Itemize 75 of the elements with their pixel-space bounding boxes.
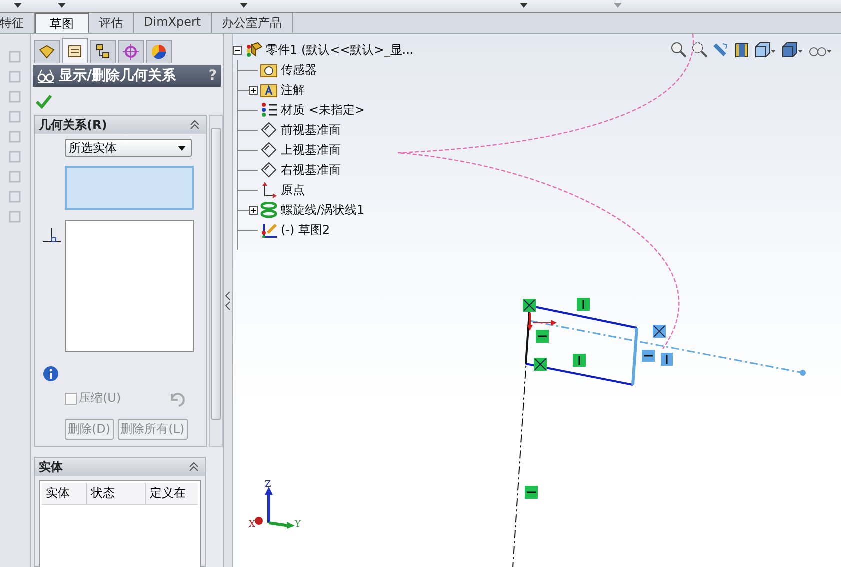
helix-icon <box>260 202 278 218</box>
horizontal-relation-icon <box>642 350 655 362</box>
horizontal-relation-icon <box>536 330 549 343</box>
tree-item[interactable]: 原点 <box>281 182 305 198</box>
help-button[interactable]: ? <box>208 68 217 84</box>
caret-icon[interactable] <box>520 3 528 8</box>
tree-item[interactable]: 零件1 (默认<<默认>_显... <box>266 42 414 58</box>
caret-icon <box>178 146 186 150</box>
vertical-relation-icon <box>577 298 590 311</box>
info-icon <box>43 366 59 382</box>
tree-item[interactable]: 材质 <未指定> <box>281 102 365 118</box>
panel-tab[interactable] <box>146 40 172 63</box>
color-wheel-icon <box>150 43 168 61</box>
coincident-relation-icon <box>534 358 547 371</box>
ribbon-tab[interactable]: 特征 <box>0 13 35 33</box>
part-icon <box>245 41 263 59</box>
coincident-relation-icon <box>653 325 666 338</box>
zoom-icon[interactable] <box>692 42 708 58</box>
tree-item[interactable]: 右视基准面 <box>281 162 341 178</box>
panel-title: 显示/删除几何关系 <box>59 67 178 85</box>
filter-dropdown[interactable]: 所选实体 <box>65 139 192 157</box>
checkmark-icon[interactable] <box>36 95 52 109</box>
crosshair-icon <box>122 43 140 61</box>
perpendicular-icon <box>43 226 61 244</box>
folder-gauge-icon <box>260 62 278 78</box>
panel-tab[interactable] <box>62 38 88 63</box>
horizontal-relation-icon <box>525 486 538 499</box>
zoom-icon[interactable] <box>671 42 687 58</box>
caret-icon[interactable] <box>58 3 66 8</box>
material-icon <box>260 102 278 118</box>
collapse-icon[interactable] <box>189 462 199 472</box>
axis-label: Y <box>295 520 301 530</box>
coincident-relation-icon <box>523 299 536 312</box>
panel-tab[interactable] <box>34 40 60 63</box>
sketch-point <box>800 370 806 376</box>
sketch-origin-icon <box>527 313 557 331</box>
plane-icon <box>260 142 278 158</box>
axis-triad-icon <box>255 487 295 529</box>
column-header[interactable]: 定义在 <box>146 483 198 504</box>
tree-item[interactable]: 传感器 <box>281 62 317 78</box>
ribbon-tab[interactable]: 草图 <box>35 13 89 33</box>
expander-icon[interactable] <box>233 46 242 54</box>
caret-icon[interactable] <box>14 3 22 8</box>
vertical-relation-icon <box>573 354 586 367</box>
tree-item[interactable]: 螺旋线/涡状线1 <box>281 202 365 218</box>
expander-icon[interactable] <box>249 86 258 95</box>
caret-icon[interactable] <box>240 3 248 8</box>
tree-icon <box>94 43 112 61</box>
axis-label: X <box>249 520 256 530</box>
cube-icon[interactable] <box>755 42 777 58</box>
origin-icon <box>260 182 278 198</box>
collapse-arrow-icon[interactable] <box>224 290 232 312</box>
sketch-icon <box>260 222 278 238</box>
axis-label: Z <box>265 480 272 490</box>
collapse-icon[interactable] <box>190 120 200 130</box>
section-view-icon[interactable] <box>734 42 750 58</box>
scrollbar[interactable] <box>209 115 223 447</box>
section-title: 实体 <box>39 458 63 476</box>
section-title: 几何关系(R) <box>39 116 108 134</box>
expander-icon[interactable] <box>249 206 258 215</box>
cube-icon[interactable] <box>782 42 804 58</box>
glasses-icon <box>37 68 55 84</box>
block-icon <box>38 43 56 61</box>
column-header[interactable]: 实体 <box>42 483 87 504</box>
panel-tab[interactable] <box>90 40 116 63</box>
vertical-relation-icon <box>661 353 673 366</box>
tree-item[interactable]: 注解 <box>281 82 305 98</box>
plane-icon <box>260 162 278 178</box>
tree-item[interactable]: (-) 草图2 <box>281 222 330 238</box>
plane-icon <box>260 122 278 138</box>
tree-item[interactable]: 上视基准面 <box>281 142 341 158</box>
column-header[interactable]: 状态 <box>87 483 146 504</box>
relations-list[interactable] <box>65 220 194 352</box>
tree-item[interactable]: 前视基准面 <box>281 122 341 138</box>
folder-letter-icon <box>260 82 278 98</box>
